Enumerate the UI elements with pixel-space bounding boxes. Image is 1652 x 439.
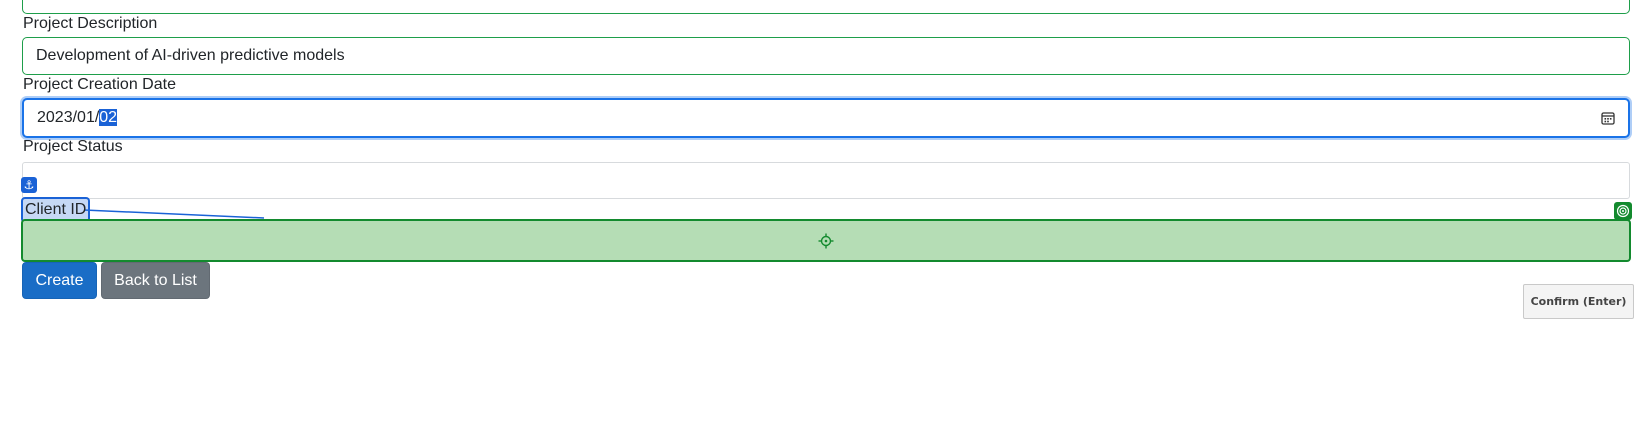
date-value-prefix: 2023/01/	[37, 109, 100, 126]
client-id-input-drop-target[interactable]	[21, 219, 1631, 262]
calendar-icon[interactable]	[1601, 111, 1615, 125]
project-description-value: Development of AI-driven predictive mode…	[36, 47, 345, 64]
crosshair-icon	[818, 233, 834, 248]
project-creation-date-label: Project Creation Date	[23, 76, 176, 93]
page: Project Description Development of AI-dr…	[0, 0, 1652, 439]
back-to-list-button[interactable]: Back to List	[101, 262, 210, 299]
project-name-input[interactable]	[22, 0, 1630, 14]
target-icon-glyph	[1616, 204, 1630, 218]
project-description-label: Project Description	[23, 15, 158, 32]
project-status-label: Project Status	[23, 138, 123, 155]
confirm-button[interactable]: Confirm (Enter)	[1523, 284, 1634, 319]
create-button[interactable]: Create	[22, 262, 97, 299]
project-status-input[interactable]	[22, 162, 1630, 199]
project-creation-date-value: 2023/01/02	[37, 109, 118, 127]
date-value-selected-segment[interactable]: 02	[99, 109, 118, 126]
project-creation-date-input[interactable]: 2023/01/02	[22, 98, 1630, 138]
project-description-input[interactable]: Development of AI-driven predictive mode…	[22, 37, 1630, 75]
target-icon	[1614, 202, 1632, 220]
anchor-icon: ⚓	[21, 177, 37, 193]
